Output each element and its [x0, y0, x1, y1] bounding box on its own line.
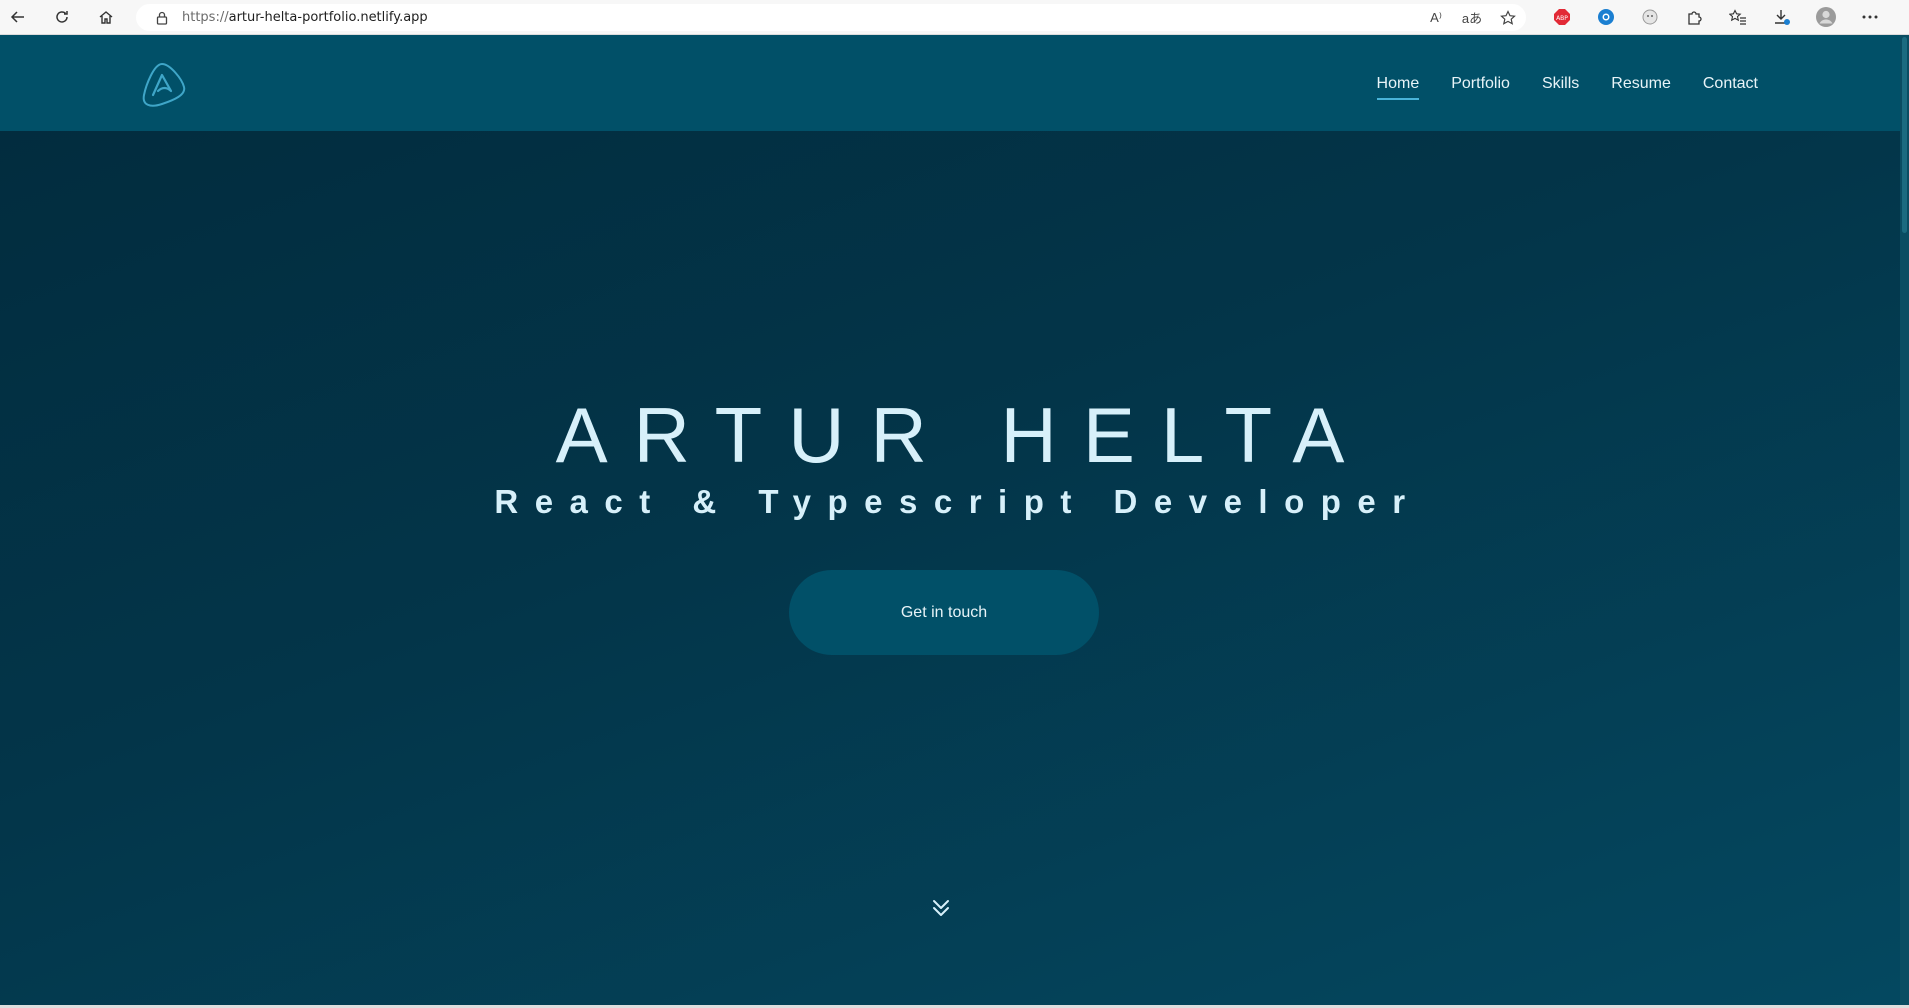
logo-icon[interactable]	[140, 61, 188, 109]
adblock-label: ABP	[1556, 15, 1568, 22]
refresh-icon	[56, 11, 68, 23]
extension-blue-icon[interactable]	[1584, 2, 1628, 32]
lock-icon[interactable]	[148, 11, 176, 25]
hero-subtitle: React & Typescript Developer	[494, 483, 1422, 520]
extensions-puzzle-icon[interactable]	[1672, 2, 1716, 32]
nav-resume[interactable]: Resume	[1611, 75, 1671, 93]
read-aloud-icon[interactable]: A⁾	[1418, 4, 1454, 31]
nav-skills[interactable]: Skills	[1542, 75, 1579, 93]
nav-portfolio[interactable]: Portfolio	[1451, 75, 1510, 93]
double-chevron-down-icon	[933, 900, 949, 916]
address-bar[interactable]: https://artur-helta-portfolio.netlify.ap…	[136, 4, 1526, 31]
read-aloud-label: A⁾	[1430, 9, 1442, 25]
translate-icon[interactable]: aあ	[1454, 4, 1490, 31]
url-scheme: https://	[182, 10, 229, 25]
home-button[interactable]	[88, 2, 124, 32]
back-button[interactable]	[0, 2, 36, 32]
get-in-touch-button[interactable]: Get in touch	[789, 570, 1099, 655]
more-menu-icon[interactable]	[1848, 2, 1892, 32]
nav-contact[interactable]: Contact	[1703, 75, 1758, 93]
scrollbar-thumb[interactable]	[1902, 37, 1907, 233]
adblock-plus-icon[interactable]: ABP	[1540, 2, 1584, 32]
profile-avatar-icon[interactable]	[1804, 2, 1848, 32]
home-icon	[99, 11, 113, 24]
browser-toolbar: https://artur-helta-portfolio.netlify.ap…	[0, 0, 1909, 35]
add-favorite-icon[interactable]	[1490, 4, 1526, 31]
downloads-icon[interactable]	[1760, 2, 1804, 32]
url-text[interactable]: https://artur-helta-portfolio.netlify.ap…	[182, 10, 428, 25]
scroll-down-button[interactable]	[930, 897, 952, 919]
site-navbar: Home Portfolio Skills Resume Contact	[0, 35, 1900, 131]
url-host: artur-helta-portfolio.netlify.app	[228, 10, 428, 25]
back-arrow-icon	[10, 11, 24, 23]
extension-gray-icon[interactable]	[1628, 2, 1672, 32]
nav-home[interactable]: Home	[1376, 75, 1419, 100]
refresh-button[interactable]	[44, 2, 80, 32]
translate-label: aあ	[1461, 11, 1483, 26]
page-scrollbar[interactable]	[1900, 35, 1909, 1008]
main-navigation: Home Portfolio Skills Resume Contact	[1376, 75, 1758, 100]
page-viewport: Home Portfolio Skills Resume Contact ART…	[0, 35, 1900, 1005]
hero-title: ARTUR HELTA	[555, 391, 1371, 479]
favorites-list-icon[interactable]	[1716, 2, 1760, 32]
